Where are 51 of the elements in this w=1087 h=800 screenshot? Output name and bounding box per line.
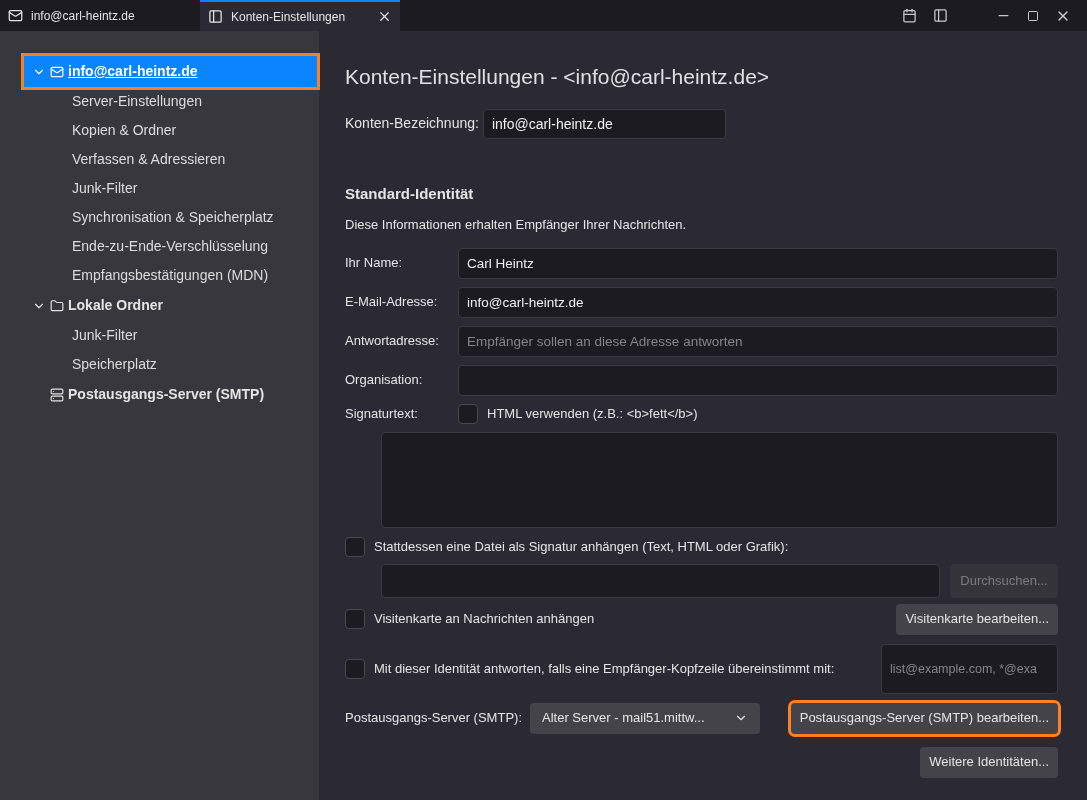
checkbox-label: Stattdessen eine Datei als Signatur anhängen (Text, HTML oder Grafik): — [374, 537, 789, 556]
account-name-field[interactable]: info@carl-heintz.de — [482, 108, 726, 139]
edit-vcard-button[interactable]: Visitenkarte bearbeiten... — [896, 603, 1058, 635]
tree-item[interactable]: Verfassen & Adressieren — [24, 145, 317, 174]
edit-smtp-button[interactable]: Postausgangs-Server (SMTP) bearbeiten... — [790, 702, 1058, 734]
tree-item[interactable]: Speicherplatz — [24, 350, 317, 379]
text-field[interactable] — [458, 364, 1058, 396]
tree-item[interactable]: Synchronisation & Speicherplatz — [24, 203, 317, 232]
tab[interactable]: Konten-Einstellungen — [200, 0, 400, 31]
field-label: Signaturtext: — [345, 404, 419, 423]
tree-item[interactable]: Junk-Filter — [24, 174, 317, 203]
close-icon[interactable] — [377, 9, 392, 24]
tab[interactable]: info@carl-heintz.de — [0, 0, 200, 31]
checkbox-label: Visitenkarte an Nachrichten anhängen — [374, 610, 596, 629]
smtp-server-dropdown[interactable]: Alter Server - mail51.mittw... — [530, 702, 760, 734]
field-label: Postausgangs-Server (SMTP): — [345, 709, 522, 728]
calendar-icon[interactable] — [902, 8, 917, 23]
checkbox-label: Mit dieser Identität antworten, falls eine Empfänger-Kopfzeile übereinstimmt mit: — [374, 659, 836, 678]
account-tree-item[interactable]: Lokale Ordner — [24, 290, 317, 321]
tree-item[interactable]: Junk-Filter — [24, 321, 317, 350]
file-signature-checkbox[interactable] — [345, 536, 365, 557]
mail-icon — [8, 8, 23, 23]
file-path-field[interactable] — [381, 563, 940, 598]
panel-icon — [208, 9, 223, 24]
envelope-icon — [50, 64, 64, 79]
section-heading: Standard-Identität — [345, 183, 475, 204]
maximize-icon[interactable] — [1027, 9, 1039, 22]
reply-from-field[interactable]: list@example.com, *@exa — [881, 643, 1058, 694]
page-title: Konten-Einstellungen - <info@carl-heintz.de> — [345, 64, 771, 90]
checkbox-label: HTML verwenden (z.B.: <b>fett</b>) — [487, 404, 698, 423]
field-label: Konten-Bezeichnung: — [345, 114, 479, 133]
text-field[interactable]: Empfänger sollen an diese Adresse antworten — [458, 325, 1058, 357]
field-label: Ihr Name: — [345, 254, 404, 273]
field-label: Organisation: — [345, 371, 424, 390]
vcard-checkbox[interactable] — [345, 609, 365, 629]
tree-item[interactable]: Server-Einstellungen — [24, 87, 317, 116]
account-tree-item[interactable]: Postausgangs-Server (SMTP) — [24, 379, 317, 410]
section-description: Diese Informationen erhalten Empfänger Ihrer Nachrichten. — [345, 216, 688, 234]
field-label: Antwortadresse: — [345, 332, 440, 351]
text-field[interactable]: info@carl-heintz.de — [458, 286, 1058, 318]
server-icon — [50, 387, 64, 402]
folder-icon — [50, 298, 64, 313]
reply-from-checkbox[interactable] — [345, 658, 365, 679]
more-identities-button[interactable]: Weitere Identitäten... — [920, 746, 1058, 778]
field-label: E-Mail-Adresse: — [345, 293, 439, 312]
tree-item[interactable]: Ende-zu-Ende-Verschlüsselung — [24, 232, 317, 261]
tree-item[interactable]: Empfangsbestätigungen (MDN) — [24, 261, 317, 290]
text-field[interactable]: Carl Heintz — [458, 247, 1058, 279]
account-tree-item[interactable]: info@carl-heintz.de — [24, 56, 317, 87]
tree-item[interactable]: Kopien & Ordner — [24, 116, 317, 145]
html-checkbox[interactable] — [458, 403, 478, 424]
